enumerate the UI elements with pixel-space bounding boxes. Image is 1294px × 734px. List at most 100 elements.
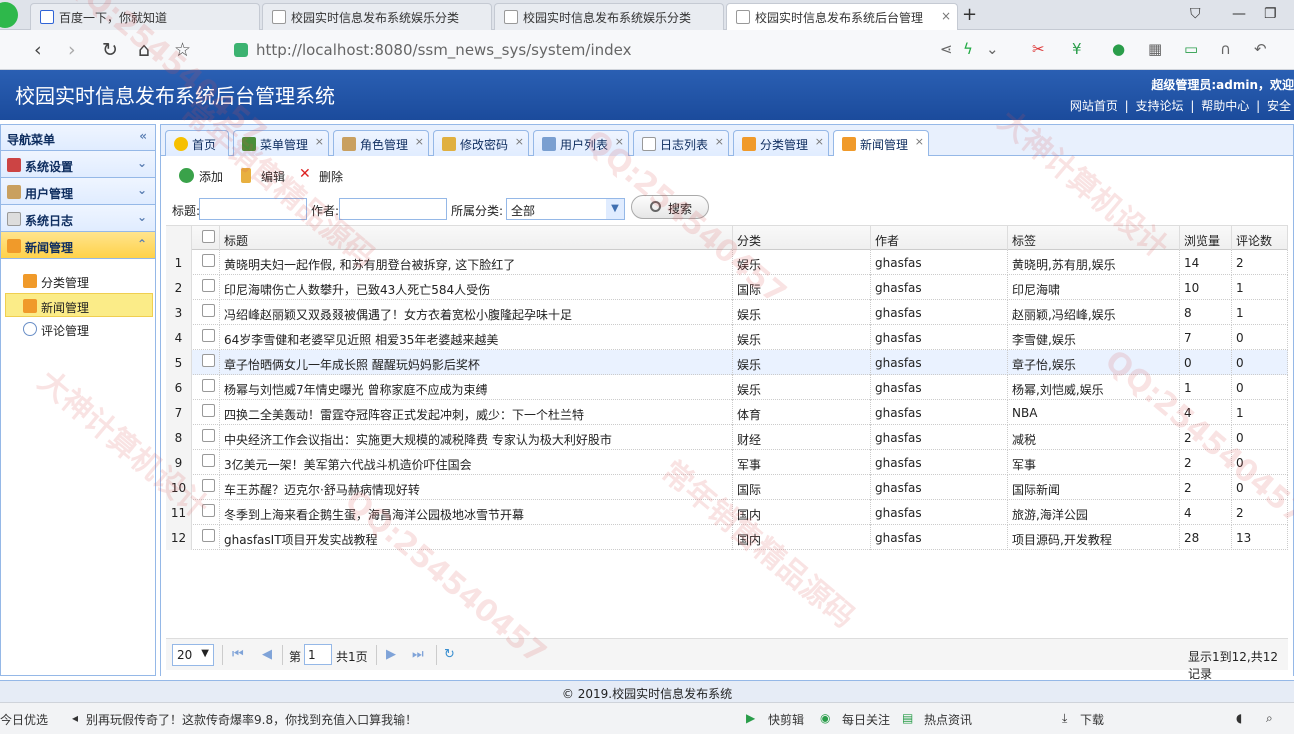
zoom-icon[interactable]: ⌕ (1266, 711, 1273, 726)
delete-button[interactable]: ✕ 删除 (299, 166, 343, 185)
column-header-title[interactable]: 标题 (220, 226, 733, 251)
column-header-author[interactable]: 作者 (871, 226, 1008, 251)
search-button[interactable]: 搜索 (631, 195, 709, 219)
column-header-comments[interactable]: 评论数 (1232, 226, 1288, 251)
table-row[interactable]: 8 中央经济工作会议指出：实施更大规模的减税降费 专家认为极大利好股市 财经 ghas… (166, 425, 1288, 450)
chevron-down-icon[interactable]: ⌄ (137, 210, 147, 224)
link-help[interactable]: 帮助中心 (1201, 99, 1249, 113)
title-filter-input[interactable] (199, 198, 307, 220)
table-row[interactable]: 1 黄晓明夫妇一起作假, 和苏有朋登台被拆穿, 这下脸红了 娱乐 ghasfas 黄晓明… (166, 250, 1288, 275)
status-today-picks[interactable]: 今日优选 (0, 711, 48, 728)
last-page-icon[interactable]: ⏭ (412, 647, 424, 662)
back-icon[interactable]: ‹ (34, 39, 42, 61)
table-row[interactable]: 4 64岁李雪健和老婆罕见近照 相爱35年老婆越来越美 娱乐 ghasfas 李雪健,娱… (166, 325, 1288, 350)
close-tab-icon[interactable]: × (715, 135, 724, 148)
category-select[interactable]: 全部 ▼ (506, 198, 625, 220)
table-row[interactable]: 12 ghasfasIT项目开发实战教程 国内 ghasfas 项目源码,开发教程 28 1… (166, 525, 1288, 550)
close-tab-icon[interactable]: × (315, 135, 324, 148)
column-header-cat[interactable]: 分类 (733, 226, 871, 251)
row-checkbox[interactable] (192, 325, 220, 350)
add-button[interactable]: 添加 (179, 168, 223, 185)
page-size-select[interactable]: 20 ▼ (172, 644, 214, 666)
apps-icon[interactable]: ▦ (1148, 40, 1162, 58)
headphones-icon[interactable]: ∩ (1220, 40, 1231, 58)
row-checkbox[interactable] (192, 375, 220, 400)
browser-tab-3[interactable]: 校园实时信息发布系统娱乐分类 (494, 3, 724, 30)
table-row[interactable]: 11 冬季到上海来看企鹅生蛋，海昌海洋公园极地冰雪节开幕 国内 ghasfas 旅游,海… (166, 500, 1288, 525)
chevron-down-icon[interactable]: ⌄ (137, 156, 147, 170)
nav-group-user-management[interactable]: 用户管理 ⌄ (1, 178, 155, 205)
author-filter-input[interactable] (339, 198, 447, 220)
table-row[interactable]: 10 车王苏醒？迈克尔·舒马赫病情现好转 国际 ghasfas 国际新闻 2 0 (166, 475, 1288, 500)
undo-icon[interactable]: ↶ (1254, 40, 1267, 58)
nav-item-comment-management[interactable]: 评论管理 (1, 317, 155, 341)
table-row[interactable]: 3 冯绍峰赵丽颖又双叒叕被偶遇了！女方衣着宽松小腹隆起孕味十足 娱乐 ghasfas 赵… (166, 300, 1288, 325)
chevron-down-icon[interactable]: ⌄ (986, 40, 999, 58)
tab-role-management[interactable]: 角色管理 × (333, 130, 429, 157)
close-tab-icon[interactable]: × (615, 135, 624, 148)
tab-change-password[interactable]: 修改密码 × (433, 130, 529, 157)
table-row[interactable]: 2 印尼海啸伤亡人数攀升，已致43人死亡584人受伤 国际 ghasfas 印尼海啸 10… (166, 275, 1288, 300)
row-checkbox[interactable] (192, 450, 220, 475)
select-all-checkbox[interactable] (192, 226, 220, 251)
link-site-home[interactable]: 网站首页 (1070, 99, 1118, 113)
link-security[interactable]: 安全 (1267, 99, 1291, 113)
close-tab-icon[interactable]: × (815, 135, 824, 148)
shirt-icon[interactable]: ⛉ (1190, 6, 1201, 22)
refresh-icon[interactable]: ↻ (444, 647, 455, 662)
close-tab-icon[interactable]: × (515, 135, 524, 148)
nav-item-category-management[interactable]: 分类管理 (1, 269, 155, 293)
forward-icon[interactable]: › (68, 39, 76, 61)
collapse-left-icon[interactable]: « (139, 129, 147, 143)
tab-news-management[interactable]: 新闻管理 × (833, 130, 929, 158)
row-checkbox[interactable] (192, 425, 220, 450)
column-header-tags[interactable]: 标签 (1008, 226, 1180, 251)
browser-tab-2[interactable]: 校园实时信息发布系统娱乐分类 (262, 3, 492, 30)
chevron-down-icon[interactable]: ▼ (606, 199, 624, 219)
nav-group-system-log[interactable]: 系统日志 ⌄ (1, 205, 155, 232)
new-tab-icon[interactable]: + (962, 4, 977, 25)
home-icon[interactable]: ⌂ (138, 39, 150, 61)
row-checkbox[interactable] (192, 300, 220, 325)
yen-icon[interactable]: ¥ (1072, 40, 1082, 58)
url-field[interactable]: http://localhost:8080/ssm_news_sys/syste… (232, 36, 1012, 64)
close-tab-icon[interactable]: × (415, 135, 424, 148)
browser-tab-1[interactable]: 百度一下，你就知道 (30, 3, 260, 30)
status-ad-text[interactable]: 别再玩假传奇了！这款传奇爆率9.8，你找到充值入口算我输！ (86, 711, 417, 728)
tab-category-management[interactable]: 分类管理 × (733, 130, 829, 157)
edit-button[interactable]: 编辑 (241, 168, 285, 185)
next-page-icon[interactable]: ▶ (386, 647, 396, 662)
nav-group-system-settings[interactable]: 系统设置 ⌄ (1, 151, 155, 178)
star-icon[interactable]: ☆ (174, 39, 191, 61)
prev-page-icon[interactable]: ◀ (262, 647, 272, 662)
row-checkbox[interactable] (192, 525, 220, 550)
row-checkbox[interactable] (192, 275, 220, 300)
table-row[interactable]: 6 杨幂与刘恺威7年情史曝光 曾称家庭不应成为束缚 娱乐 ghasfas 杨幂,刘恺威,… (166, 375, 1288, 400)
lightning-icon[interactable]: ϟ (963, 40, 973, 58)
battery-icon[interactable]: ▭ (1184, 40, 1198, 58)
tab-menu-management[interactable]: 菜单管理 × (233, 130, 329, 157)
row-checkbox[interactable] (192, 400, 220, 425)
status-item-download[interactable]: 下载 (1080, 711, 1104, 728)
tab-home[interactable]: 首页 (165, 130, 229, 157)
chevron-up-icon[interactable]: ⌃ (137, 237, 147, 251)
nav-item-news-management[interactable]: 新闻管理 (5, 293, 153, 317)
link-forum[interactable]: 支持论坛 (1136, 99, 1184, 113)
volume-icon[interactable]: ◖ (1236, 711, 1242, 725)
status-item-hot[interactable]: 热点资讯 (924, 711, 972, 728)
row-checkbox[interactable] (192, 250, 220, 275)
first-page-icon[interactable]: ⏮ (232, 647, 244, 662)
page-number-input[interactable]: 1 (304, 644, 332, 665)
table-row[interactable]: 5 章子怡晒俩女儿一年成长照 醒醒玩妈妈影后奖杯 娱乐 ghasfas 章子怡,娱乐 0 0 (166, 350, 1288, 375)
nav-group-news-management[interactable]: 新闻管理 ⌃ (1, 232, 155, 259)
status-item-daily[interactable]: 每日关注 (842, 711, 890, 728)
reload-icon[interactable]: ↻ (102, 39, 118, 61)
row-checkbox[interactable] (192, 350, 220, 375)
table-row[interactable]: 7 四换二全美轰动！雷霆夺冠阵容正式发起冲刺，威少：下一个杜兰特 体育 ghasfas… (166, 400, 1288, 425)
row-checkbox[interactable] (192, 475, 220, 500)
row-checkbox[interactable] (192, 500, 220, 525)
minimize-icon[interactable]: — (1232, 6, 1246, 22)
close-tab-icon[interactable]: × (915, 135, 924, 148)
chevron-down-icon[interactable]: ⌄ (137, 183, 147, 197)
tab-log-list[interactable]: 日志列表 × (633, 130, 729, 157)
